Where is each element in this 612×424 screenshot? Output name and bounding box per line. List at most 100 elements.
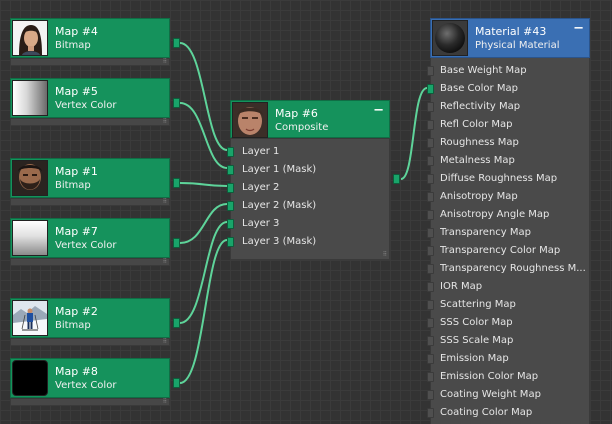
input-port[interactable] xyxy=(427,210,434,220)
wire-map4-layer1 xyxy=(179,42,228,151)
map-node-map2[interactable]: Map #2 Bitmap ⠿ xyxy=(10,298,180,346)
map-node-map1[interactable]: Map #1 Bitmap ⠿ xyxy=(10,158,180,206)
output-port[interactable] xyxy=(173,238,180,248)
material-slot-sss-scale-map[interactable]: SSS Scale Map xyxy=(427,332,591,350)
composite-node-header[interactable]: Map #6 Composite − xyxy=(230,100,390,138)
material-slot-transparency-map[interactable]: Transparency Map xyxy=(427,224,591,242)
input-port[interactable] xyxy=(227,147,234,157)
material-slot-roughness-map[interactable]: Roughness Map xyxy=(427,134,591,152)
material-slot-base-color-map[interactable]: Base Color Map xyxy=(427,80,591,98)
material-slot-scattering-map[interactable]: Scattering Map xyxy=(427,296,591,314)
slot-label: Layer 2 (Mask) xyxy=(242,200,317,211)
input-port[interactable] xyxy=(227,165,234,175)
node-title: Map #4 xyxy=(55,25,98,38)
resize-grip-icon[interactable]: ⠿ xyxy=(163,59,167,65)
slot-label: Transparency Color Map xyxy=(440,245,561,256)
input-port[interactable] xyxy=(427,318,434,328)
input-port[interactable] xyxy=(227,183,234,193)
output-port[interactable] xyxy=(173,178,180,188)
map-node-map5[interactable]: Map #5 Vertex Color ⠿ xyxy=(10,78,180,126)
collapse-icon[interactable]: − xyxy=(373,103,384,118)
material-slot-ior-map[interactable]: IOR Map xyxy=(427,278,591,296)
slot-layer-3-mask[interactable]: Layer 3 (Mask) xyxy=(227,233,391,251)
input-port[interactable] xyxy=(427,102,434,112)
resize-grip-icon[interactable]: ⠿ xyxy=(163,339,167,345)
node-type: Physical Material xyxy=(475,40,560,51)
input-port[interactable] xyxy=(427,246,434,256)
material-slot-coating-weight-map[interactable]: Coating Weight Map xyxy=(427,386,591,404)
input-port[interactable] xyxy=(427,300,434,310)
resize-grip-icon[interactable]: ⠿ xyxy=(163,399,167,405)
node-footer: ⠿ xyxy=(10,198,170,206)
material-slot-transparency-color-map[interactable]: Transparency Color Map xyxy=(427,242,591,260)
output-port[interactable] xyxy=(393,174,400,184)
map-node-header[interactable]: Map #1 Bitmap xyxy=(10,158,170,198)
material-slot-metalness-map[interactable]: Metalness Map xyxy=(427,152,591,170)
input-port[interactable] xyxy=(427,390,434,400)
material-node-43[interactable]: Material #43 Physical Material − Base We… xyxy=(427,18,591,424)
input-port[interactable] xyxy=(427,228,434,238)
input-port[interactable] xyxy=(427,336,434,346)
map-node-header[interactable]: Map #4 Bitmap xyxy=(10,18,170,58)
input-port[interactable] xyxy=(227,201,234,211)
resize-grip-icon[interactable]: ⠿ xyxy=(163,259,167,265)
material-slot-sss-color-map[interactable]: SSS Color Map xyxy=(427,314,591,332)
output-port[interactable] xyxy=(173,98,180,108)
slot-layer-3[interactable]: Layer 3 xyxy=(227,215,391,233)
input-port[interactable] xyxy=(427,372,434,382)
input-port[interactable] xyxy=(427,408,434,418)
input-port[interactable] xyxy=(427,138,434,148)
node-type: Bitmap xyxy=(55,180,91,191)
resize-grip-icon[interactable]: ⠿ xyxy=(163,199,167,205)
map-node-header[interactable]: Map #7 Vertex Color xyxy=(10,218,170,258)
material-slot-base-weight-map[interactable]: Base Weight Map xyxy=(427,62,591,80)
slot-label: Transparency Map xyxy=(440,227,531,238)
resize-grip-icon[interactable]: ⠿ xyxy=(163,119,167,125)
material-node-header[interactable]: Material #43 Physical Material − xyxy=(430,18,590,58)
output-port[interactable] xyxy=(173,38,180,48)
node-footer: ⠿ xyxy=(10,58,170,66)
wire-composite-base-color xyxy=(400,87,428,180)
map-node-map4[interactable]: Map #4 Bitmap ⠿ xyxy=(10,18,180,66)
input-port[interactable] xyxy=(427,192,434,202)
input-port[interactable] xyxy=(427,354,434,364)
material-slot-diffuse-roughness-map[interactable]: Diffuse Roughness Map xyxy=(427,170,591,188)
slot-layer-2[interactable]: Layer 2 xyxy=(227,179,391,197)
input-port[interactable] xyxy=(427,66,434,76)
input-port[interactable] xyxy=(427,84,434,94)
input-port[interactable] xyxy=(427,174,434,184)
input-port[interactable] xyxy=(427,156,434,166)
slot-label: Transparency Roughness M... xyxy=(440,263,586,274)
slot-layer-1-mask[interactable]: Layer 1 (Mask) xyxy=(227,161,391,179)
resize-grip-icon[interactable]: ⠿ xyxy=(383,252,387,258)
input-port[interactable] xyxy=(227,219,234,229)
map-node-header[interactable]: Map #5 Vertex Color xyxy=(10,78,170,118)
material-slot-transparency-roughness-m[interactable]: Transparency Roughness M... xyxy=(427,260,591,278)
slot-label: Anisotropy Angle Map xyxy=(440,209,550,220)
material-slot-anisotropy-map[interactable]: Anisotropy Map xyxy=(427,188,591,206)
portrait-man-thumbnail xyxy=(232,102,268,138)
input-port[interactable] xyxy=(427,264,434,274)
map-node-map7[interactable]: Map #7 Vertex Color ⠿ xyxy=(10,218,180,266)
collapse-icon[interactable]: − xyxy=(573,21,584,36)
map-node-header[interactable]: Map #8 Vertex Color xyxy=(10,358,170,398)
material-slot-emission-color-map[interactable]: Emission Color Map xyxy=(427,368,591,386)
input-port[interactable] xyxy=(427,120,434,130)
input-port[interactable] xyxy=(227,237,234,247)
output-port[interactable] xyxy=(173,318,180,328)
input-port[interactable] xyxy=(427,282,434,292)
material-slot-refl-color-map[interactable]: Refl Color Map xyxy=(427,116,591,134)
slot-label: Layer 1 (Mask) xyxy=(242,164,317,175)
composite-node-map6[interactable]: Map #6 Composite − Layer 1 Layer 1 (Mask… xyxy=(227,100,400,260)
material-slot-emission-map[interactable]: Emission Map xyxy=(427,350,591,368)
map-node-map8[interactable]: Map #8 Vertex Color ⠿ xyxy=(10,358,180,406)
slot-layer-2-mask[interactable]: Layer 2 (Mask) xyxy=(227,197,391,215)
map-node-header[interactable]: Map #2 Bitmap xyxy=(10,298,170,338)
material-slot-reflectivity-map[interactable]: Reflectivity Map xyxy=(427,98,591,116)
node-title: Material #43 xyxy=(475,25,547,38)
slot-label: Anisotropy Map xyxy=(440,191,518,202)
material-slot-coating-color-map[interactable]: Coating Color Map xyxy=(427,404,591,422)
material-slot-anisotropy-angle-map[interactable]: Anisotropy Angle Map xyxy=(427,206,591,224)
output-port[interactable] xyxy=(173,378,180,388)
slot-layer-1[interactable]: Layer 1 xyxy=(227,143,391,161)
